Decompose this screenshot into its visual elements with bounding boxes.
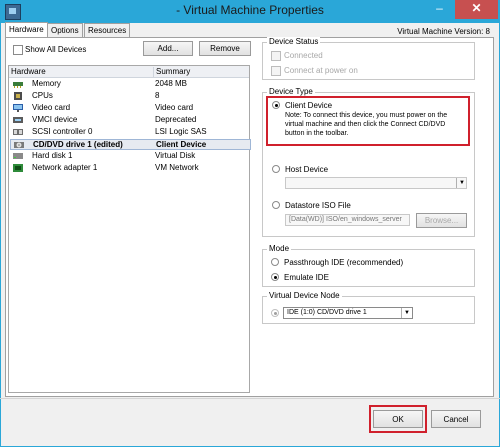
host-device-radio[interactable] [272, 165, 280, 173]
hardware-list: Hardware Summary Memory 2048 MB CPUs 8 V… [8, 65, 251, 393]
datastore-iso-label: Datastore ISO File [285, 201, 351, 210]
tab-hardware[interactable]: Hardware [5, 22, 48, 38]
cd-drive-icon [14, 142, 24, 148]
controller-icon [13, 129, 23, 135]
hardware-name: Memory [32, 79, 61, 88]
client-device-label: Client Device [285, 101, 333, 110]
virtual-device-node-radio [271, 309, 279, 317]
hardware-row-vmci-device[interactable]: VMCI device Deprecated [10, 115, 249, 125]
title-bar: - Virtual Machine Properties – ✕ [0, 0, 500, 22]
window-title: - Virtual Machine Properties [176, 3, 324, 17]
minimize-button[interactable]: – [427, 0, 452, 19]
ok-button[interactable]: OK [373, 410, 423, 428]
close-button[interactable]: ✕ [455, 0, 498, 19]
hardware-summary: 2048 MB [155, 79, 188, 88]
remove-button[interactable]: Remove [199, 41, 251, 56]
chevron-down-icon[interactable]: ▼ [456, 178, 467, 188]
hardware-row-cd-dvd-drive[interactable]: CD/DVD drive 1 (edited) Client Device [10, 139, 251, 150]
virtual-device-node-value: IDE (1:0) CD/DVD drive 1 [287, 309, 367, 316]
virtual-device-node-group: Virtual Device Node IDE (1:0) CD/DVD dri… [262, 291, 475, 324]
client-device-note-line-2: virtual machine and then click the Conne… [285, 121, 446, 128]
client-device-note-line-3: button in the toolbar. [285, 130, 349, 137]
emulate-ide-label: Emulate IDE [284, 273, 329, 282]
hardware-row-network-adapter[interactable]: Network adapter 1 VM Network [10, 163, 249, 173]
chevron-down-icon[interactable]: ▼ [401, 308, 412, 318]
connected-label: Connected [284, 51, 323, 60]
hardware-row-video-card[interactable]: Video card Video card [10, 103, 249, 113]
hardware-row-cpus[interactable]: CPUs 8 [10, 91, 249, 101]
show-all-devices-label: Show All Devices [25, 45, 87, 54]
hardware-summary: LSI Logic SAS [155, 127, 207, 136]
hardware-name: Hard disk 1 [32, 151, 73, 160]
tab-options[interactable]: Options [47, 23, 83, 37]
virtual-device-node-select[interactable]: IDE (1:0) CD/DVD drive 1 ▼ [283, 307, 413, 319]
connect-at-power-on-label: Connect at power on [284, 66, 358, 75]
hardware-row-memory[interactable]: Memory 2048 MB [10, 79, 249, 89]
vm-version: Virtual Machine Version: 8 [397, 27, 490, 36]
hardware-name: Network adapter 1 [32, 163, 98, 172]
hardware-name: SCSI controller 0 [32, 127, 93, 136]
passthrough-ide-label: Passthrough IDE (recommended) [284, 258, 404, 267]
emulate-ide-radio[interactable] [271, 273, 279, 281]
hardware-summary: 8 [155, 91, 160, 100]
hardware-summary: Virtual Disk [155, 151, 196, 160]
show-all-devices-checkbox[interactable] [13, 45, 23, 55]
mode-group: Mode Passthrough IDE (recommended) Emula… [262, 244, 475, 287]
disk-icon [13, 153, 23, 159]
host-device-select[interactable] [285, 177, 467, 189]
cpu-icon [14, 92, 22, 100]
footer-separator [0, 398, 500, 399]
hardware-row-hard-disk[interactable]: Hard disk 1 Virtual Disk [10, 151, 249, 161]
connected-checkbox[interactable] [271, 51, 281, 61]
memory-icon [13, 82, 23, 88]
network-icon [13, 164, 23, 172]
column-header-hardware[interactable]: Hardware [11, 67, 46, 76]
connect-at-power-on-checkbox[interactable] [271, 66, 281, 76]
hardware-name: CPUs [32, 91, 53, 100]
hardware-name: CD/DVD drive 1 (edited) [33, 140, 123, 149]
add-button[interactable]: Add... [143, 41, 193, 56]
column-header-summary[interactable]: Summary [153, 67, 190, 77]
client-device-radio[interactable] [272, 101, 280, 109]
device-status-group: Device Status Connected Connect at power… [262, 37, 475, 80]
client-device-note-line-1: Note: To connect this device, you must p… [285, 112, 448, 119]
iso-path-field[interactable]: [Data(WD)] ISO/en_windows_server [285, 214, 410, 226]
hardware-summary: Video card [155, 103, 194, 112]
virtual-device-node-title: Virtual Device Node [267, 291, 342, 300]
hardware-summary: VM Network [155, 163, 199, 172]
datastore-iso-radio[interactable] [272, 201, 280, 209]
monitor-icon [13, 104, 23, 112]
hardware-summary: Client Device [156, 140, 207, 149]
hardware-row-scsi-controller[interactable]: SCSI controller 0 LSI Logic SAS [10, 127, 249, 137]
hardware-name: VMCI device [32, 115, 78, 124]
hardware-list-header: Hardware Summary [9, 66, 249, 78]
hardware-name: Video card [32, 103, 71, 112]
browse-button[interactable]: Browse... [416, 213, 467, 228]
device-type-title: Device Type [267, 87, 315, 96]
mode-title: Mode [267, 244, 292, 253]
tab-resources[interactable]: Resources [84, 23, 131, 37]
cancel-button[interactable]: Cancel [431, 410, 481, 428]
passthrough-ide-radio[interactable] [271, 258, 279, 266]
hardware-summary: Deprecated [155, 115, 197, 124]
host-device-label: Host Device [285, 165, 329, 174]
device-icon [13, 117, 23, 123]
device-status-title: Device Status [267, 37, 321, 46]
